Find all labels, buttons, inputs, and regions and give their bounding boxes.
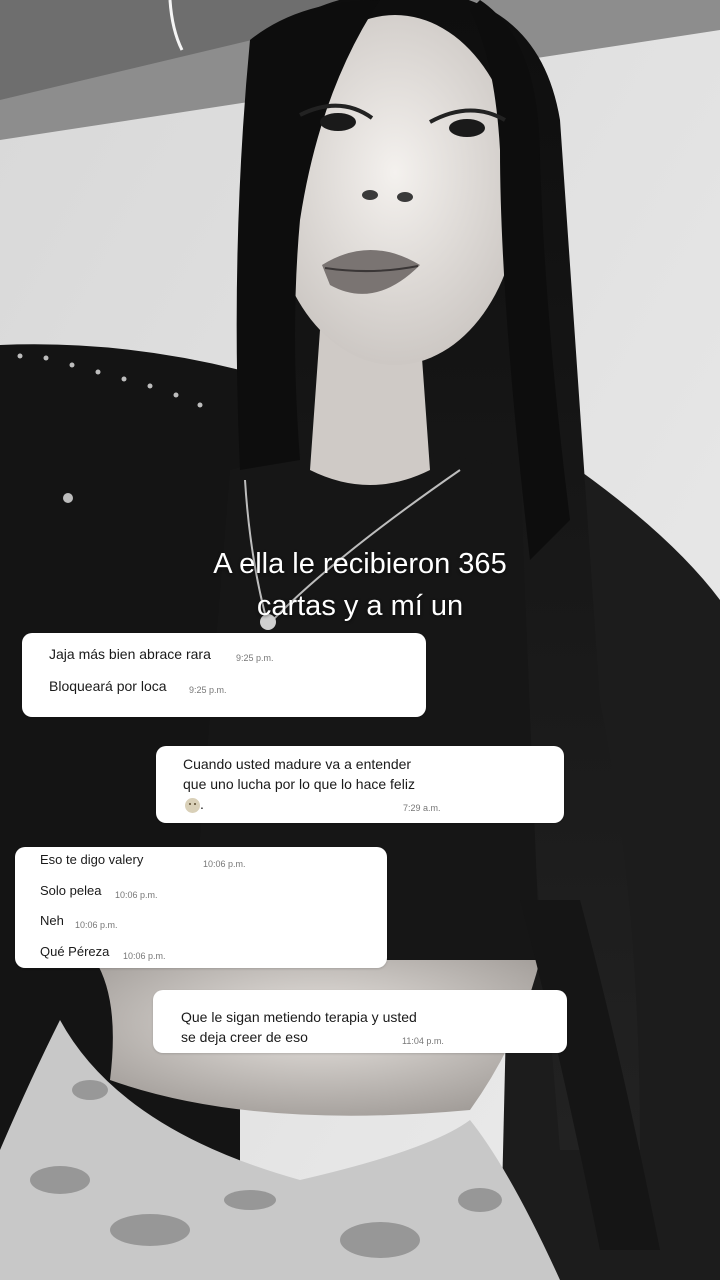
chat-bubble-2: Cuando usted madure va a entender que un… [156, 746, 564, 823]
message-text: Solo pelea [40, 883, 102, 898]
message-text: Jaja más bien abrace rara [49, 646, 211, 662]
message-text: Qué Péreza [40, 944, 110, 959]
caption-line-1: A ella le recibieron 365 [213, 548, 507, 580]
message-time: 10:06 p.m. [203, 859, 246, 869]
message-time: 9:25 p.m. [189, 685, 227, 695]
message-time: 10:06 p.m. [123, 951, 166, 961]
message-time: 10:06 p.m. [75, 920, 118, 930]
message-text: Bloqueará por loca [49, 678, 167, 694]
caption-line-2: cartas y a mí un [256, 590, 464, 622]
message-emoji-line: . [183, 796, 204, 813]
chat-bubble-4: Que le sigan metiendo terapia y usted se… [153, 990, 567, 1053]
message-text: que uno lucha por lo que lo hace feliz [183, 776, 415, 792]
message-time: 7:29 a.m. [403, 803, 441, 813]
caption: A ella le recibieron 365 cartas y a mí u… [0, 543, 720, 627]
message-time: 11:04 p.m. [402, 1036, 444, 1046]
neutral-face-icon [185, 797, 200, 813]
message-time: 9:25 p.m. [236, 653, 274, 663]
message-text: Que le sigan metiendo terapia y usted [181, 1009, 417, 1025]
chat-bubble-3: Eso te digo valery 10:06 p.m. Solo pelea… [15, 847, 387, 968]
message-text: Neh [40, 913, 64, 928]
message-text: se deja creer de eso [181, 1029, 308, 1045]
message-time: 10:06 p.m. [115, 890, 158, 900]
message-text: Eso te digo valery [40, 852, 144, 867]
chat-bubble-1: Jaja más bien abrace rara 9:25 p.m. Bloq… [22, 633, 426, 717]
message-text: Cuando usted madure va a entender [183, 756, 412, 772]
